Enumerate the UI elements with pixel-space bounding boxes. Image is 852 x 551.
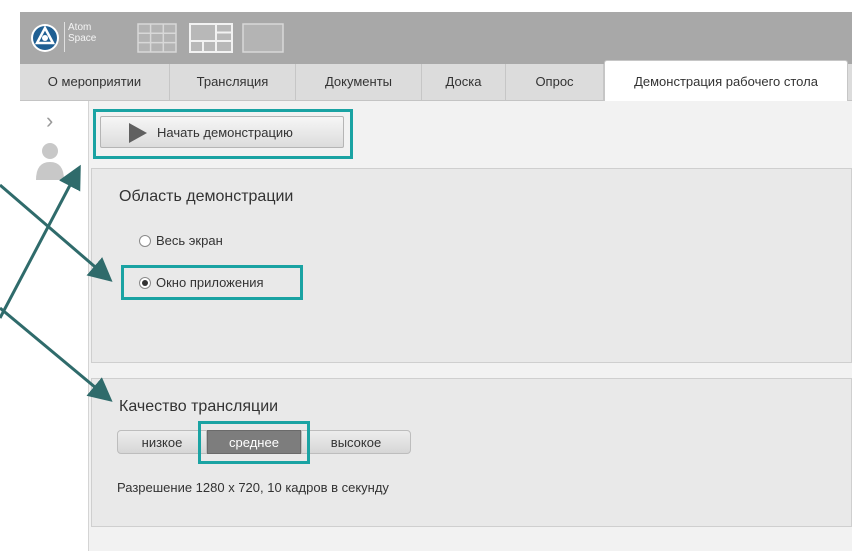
quality-low-button[interactable]: низкое	[117, 430, 207, 454]
user-icon	[36, 143, 64, 180]
chevron-right-icon[interactable]: ›	[46, 108, 53, 134]
logo-text-line2: Space	[68, 33, 97, 44]
logo-divider	[64, 22, 65, 52]
grid-layout-icon[interactable]	[137, 23, 177, 53]
split-layout-icon[interactable]	[189, 23, 233, 53]
start-demo-button[interactable]: Начать демонстрацию	[100, 116, 344, 148]
tab-documents[interactable]: Документы	[296, 64, 422, 100]
quality-title: Качество трансляции	[119, 398, 279, 415]
start-demo-label: Начать демонстрацию	[157, 125, 293, 140]
logo-text-line1: Atom	[68, 22, 92, 33]
resolution-info: Разрешение 1280 x 720, 10 кадров в секун…	[117, 480, 389, 495]
radio-app-window-button[interactable]	[139, 277, 151, 289]
play-icon	[129, 123, 147, 143]
tab-desktop-sharing[interactable]: Демонстрация рабочего стола	[604, 60, 848, 101]
radio-full-screen-label: Весь экран	[156, 233, 223, 248]
tab-board[interactable]: Доска	[422, 64, 506, 100]
tab-broadcast[interactable]: Трансляция	[170, 64, 296, 100]
radio-full-screen-button[interactable]	[139, 235, 151, 247]
demo-area-title: Область демонстрации	[119, 188, 294, 205]
tab-poll[interactable]: Опрос	[506, 64, 604, 100]
single-layout-icon[interactable]	[242, 23, 284, 53]
quality-high-button[interactable]: высокое	[301, 430, 411, 454]
quality-medium-button[interactable]: среднее	[207, 430, 301, 454]
tab-about-event[interactable]: О мероприятии	[20, 64, 170, 100]
radio-app-window[interactable]: Окно приложения	[139, 275, 264, 290]
atom-logo-icon[interactable]	[30, 23, 60, 53]
radio-app-window-label: Окно приложения	[156, 275, 264, 290]
logo-text: Atom Space	[68, 22, 96, 44]
radio-full-screen[interactable]: Весь экран	[139, 233, 223, 248]
